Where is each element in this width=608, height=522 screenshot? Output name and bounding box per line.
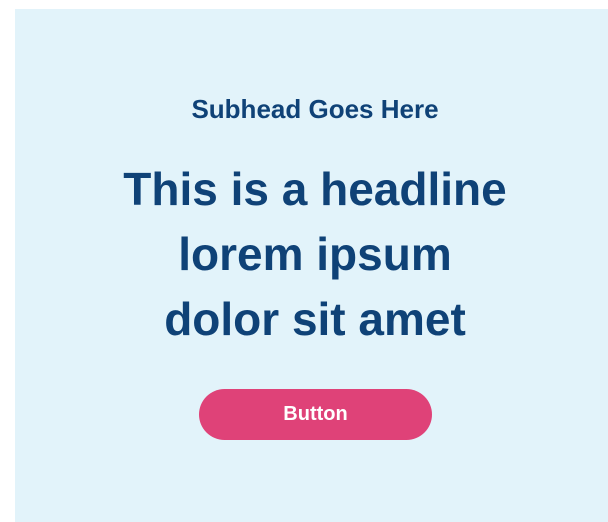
headline-line-1: This is a headline	[123, 163, 507, 215]
headline-line-3: dolor sit amet	[164, 293, 466, 345]
hero-card: Subhead Goes Here This is a headline lor…	[15, 9, 608, 522]
subhead: Subhead Goes Here	[191, 94, 439, 124]
cta-button[interactable]: Button	[199, 389, 432, 440]
headline-line-2: lorem ipsum	[178, 228, 452, 280]
headline: This is a headline lorem ipsum dolor sit…	[15, 157, 608, 352]
